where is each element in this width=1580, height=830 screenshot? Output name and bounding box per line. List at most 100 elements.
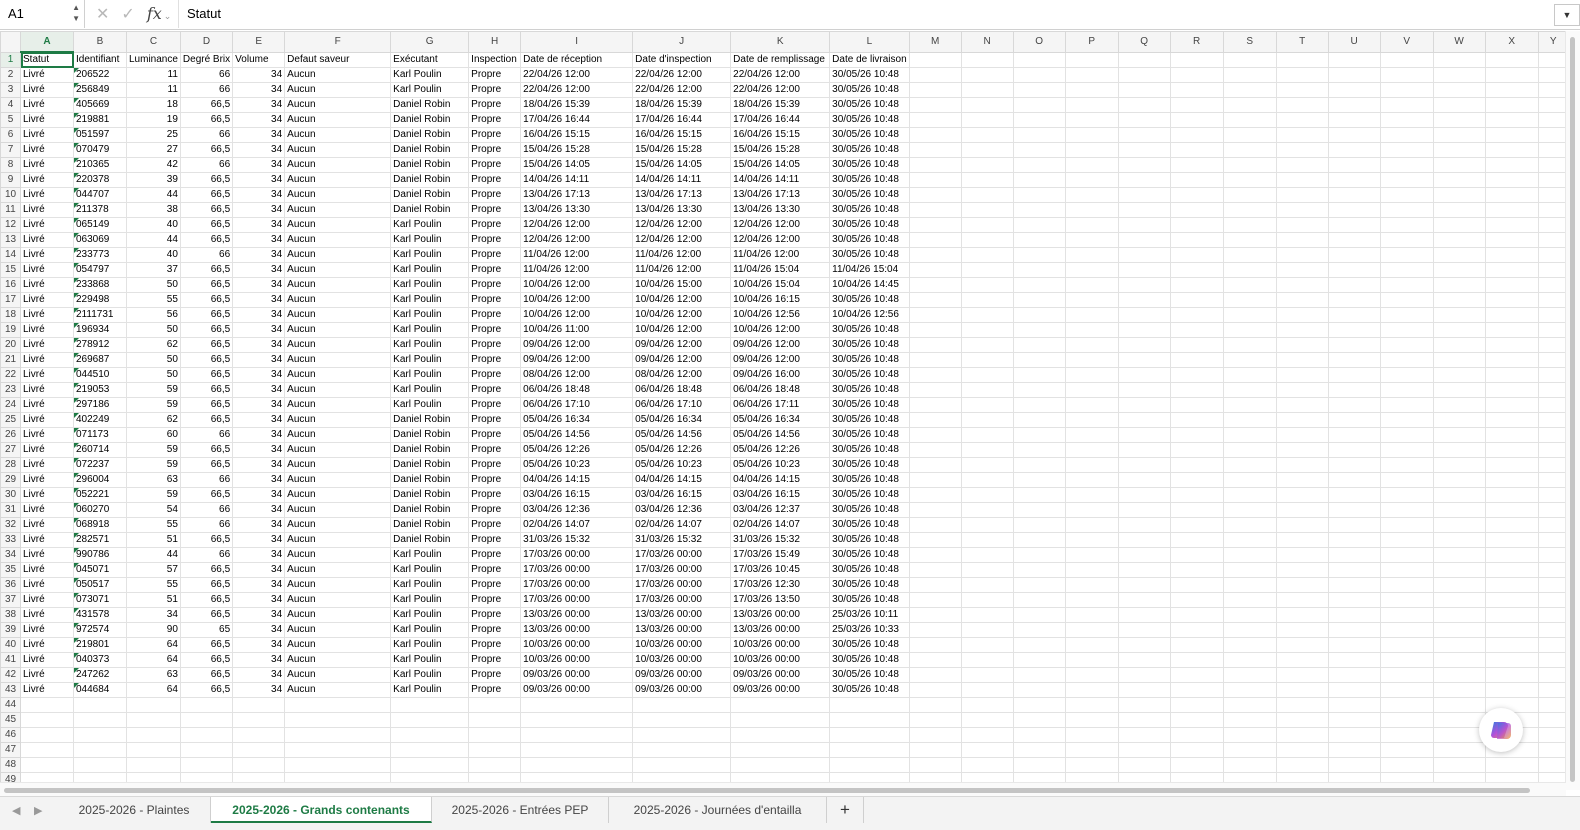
cell[interactable] <box>1275 97 1329 113</box>
cell[interactable]: 233868 <box>73 277 127 293</box>
cell[interactable]: 51 <box>126 592 181 608</box>
column-header[interactable]: R <box>1169 31 1224 53</box>
vertical-scroll-thumb[interactable] <box>1570 37 1575 782</box>
cell[interactable]: 90 <box>126 622 181 638</box>
cell[interactable]: 30/05/26 10:48 <box>829 532 910 548</box>
cell[interactable] <box>390 697 470 713</box>
cell[interactable]: 18 <box>126 97 181 113</box>
cell[interactable]: 55 <box>126 577 181 593</box>
cell[interactable] <box>1064 337 1119 353</box>
cell[interactable] <box>1064 547 1119 563</box>
cell[interactable]: Livré <box>20 502 74 518</box>
cell[interactable] <box>908 67 962 83</box>
cell[interactable]: Daniel Robin <box>390 427 470 443</box>
cell[interactable] <box>1484 457 1539 473</box>
cell[interactable] <box>1275 712 1329 728</box>
cell[interactable] <box>1379 667 1434 683</box>
cell[interactable] <box>1064 577 1119 593</box>
row-header[interactable]: 48 <box>0 757 21 773</box>
cell[interactable] <box>126 757 181 773</box>
cell[interactable] <box>1484 382 1539 398</box>
cell[interactable] <box>1379 82 1434 98</box>
cell[interactable] <box>1379 427 1434 443</box>
cell[interactable] <box>908 202 962 218</box>
cell[interactable]: Livré <box>20 652 74 668</box>
cell[interactable]: Livré <box>20 637 74 653</box>
cell[interactable]: 09/03/26 00:00 <box>632 667 732 683</box>
cell[interactable] <box>1169 637 1224 653</box>
cell[interactable] <box>908 472 962 488</box>
cell[interactable] <box>1012 652 1066 668</box>
cell[interactable]: 070479 <box>73 142 127 158</box>
cell[interactable] <box>1064 307 1119 323</box>
cell[interactable] <box>960 712 1014 728</box>
triangle-left-icon[interactable]: ◀ <box>12 804 20 817</box>
cell[interactable]: 30/05/26 10:48 <box>829 367 910 383</box>
cell[interactable] <box>1222 172 1277 188</box>
cell[interactable]: Daniel Robin <box>390 97 470 113</box>
cell[interactable]: Livré <box>20 202 74 218</box>
cell[interactable]: 12/04/26 12:00 <box>632 232 732 248</box>
row-header[interactable]: 27 <box>0 442 21 458</box>
cell[interactable] <box>1222 727 1277 743</box>
cell[interactable]: Karl Poulin <box>390 682 470 698</box>
cell[interactable] <box>1537 97 1569 113</box>
cell[interactable]: 34 <box>232 232 286 248</box>
cell[interactable]: Aucun <box>284 277 392 293</box>
cell[interactable] <box>1432 712 1486 728</box>
row-header[interactable]: 21 <box>0 352 21 368</box>
cell[interactable] <box>1275 232 1329 248</box>
cell[interactable]: Identifiant <box>73 51 127 68</box>
cell[interactable] <box>1064 157 1119 173</box>
cell[interactable] <box>908 547 962 563</box>
cell[interactable]: Aucun <box>284 232 392 248</box>
cell[interactable]: 10/04/26 12:00 <box>520 307 634 323</box>
cell[interactable]: 22/04/26 12:00 <box>632 82 732 98</box>
cell[interactable] <box>1537 652 1569 668</box>
cell[interactable]: Karl Poulin <box>390 247 470 263</box>
cell[interactable] <box>960 67 1014 83</box>
cell[interactable]: Aucun <box>284 472 392 488</box>
cell[interactable]: Propre <box>468 517 522 533</box>
cell[interactable]: 08/04/26 12:00 <box>632 367 732 383</box>
cell[interactable] <box>1432 262 1486 278</box>
cell[interactable]: 39 <box>126 172 181 188</box>
cell[interactable]: 34 <box>232 367 286 383</box>
row-header[interactable]: 37 <box>0 592 21 608</box>
cell[interactable]: Karl Poulin <box>390 622 470 638</box>
cell[interactable]: 22/04/26 12:00 <box>520 67 634 83</box>
cell[interactable]: 56 <box>126 307 181 323</box>
cell[interactable]: 11/04/26 12:00 <box>730 247 831 263</box>
cell[interactable] <box>1327 697 1381 713</box>
cell[interactable] <box>1222 502 1277 518</box>
cell[interactable]: 31/03/26 15:32 <box>520 532 634 548</box>
cell[interactable]: 233773 <box>73 247 127 263</box>
cell[interactable]: 34 <box>232 667 286 683</box>
cell[interactable] <box>468 697 522 713</box>
cell[interactable]: 65 <box>179 622 234 638</box>
cell[interactable] <box>1327 457 1381 473</box>
cell[interactable]: Date de remplissage <box>730 51 831 68</box>
cell[interactable]: 17/03/26 10:45 <box>730 562 831 578</box>
row-header[interactable]: 6 <box>0 127 21 143</box>
cell[interactable] <box>1222 607 1277 623</box>
cell[interactable] <box>1327 127 1381 143</box>
cell[interactable]: 13/04/26 13:30 <box>730 202 831 218</box>
cell[interactable] <box>908 532 962 548</box>
cell[interactable]: Propre <box>468 442 522 458</box>
cell[interactable] <box>960 262 1014 278</box>
row-header[interactable]: 44 <box>0 697 21 713</box>
cell[interactable] <box>1117 97 1171 113</box>
cell[interactable] <box>1432 172 1486 188</box>
cell[interactable] <box>960 682 1014 698</box>
cell[interactable] <box>1484 637 1539 653</box>
cell[interactable]: 34 <box>232 82 286 98</box>
cell[interactable]: 34 <box>232 112 286 128</box>
cell[interactable] <box>1064 637 1119 653</box>
cell[interactable] <box>1064 67 1119 83</box>
cell[interactable] <box>908 577 962 593</box>
cell[interactable] <box>1484 307 1539 323</box>
cell[interactable]: Aucun <box>284 247 392 263</box>
cell[interactable]: Karl Poulin <box>390 307 470 323</box>
cell[interactable]: 15/04/26 14:05 <box>520 157 634 173</box>
